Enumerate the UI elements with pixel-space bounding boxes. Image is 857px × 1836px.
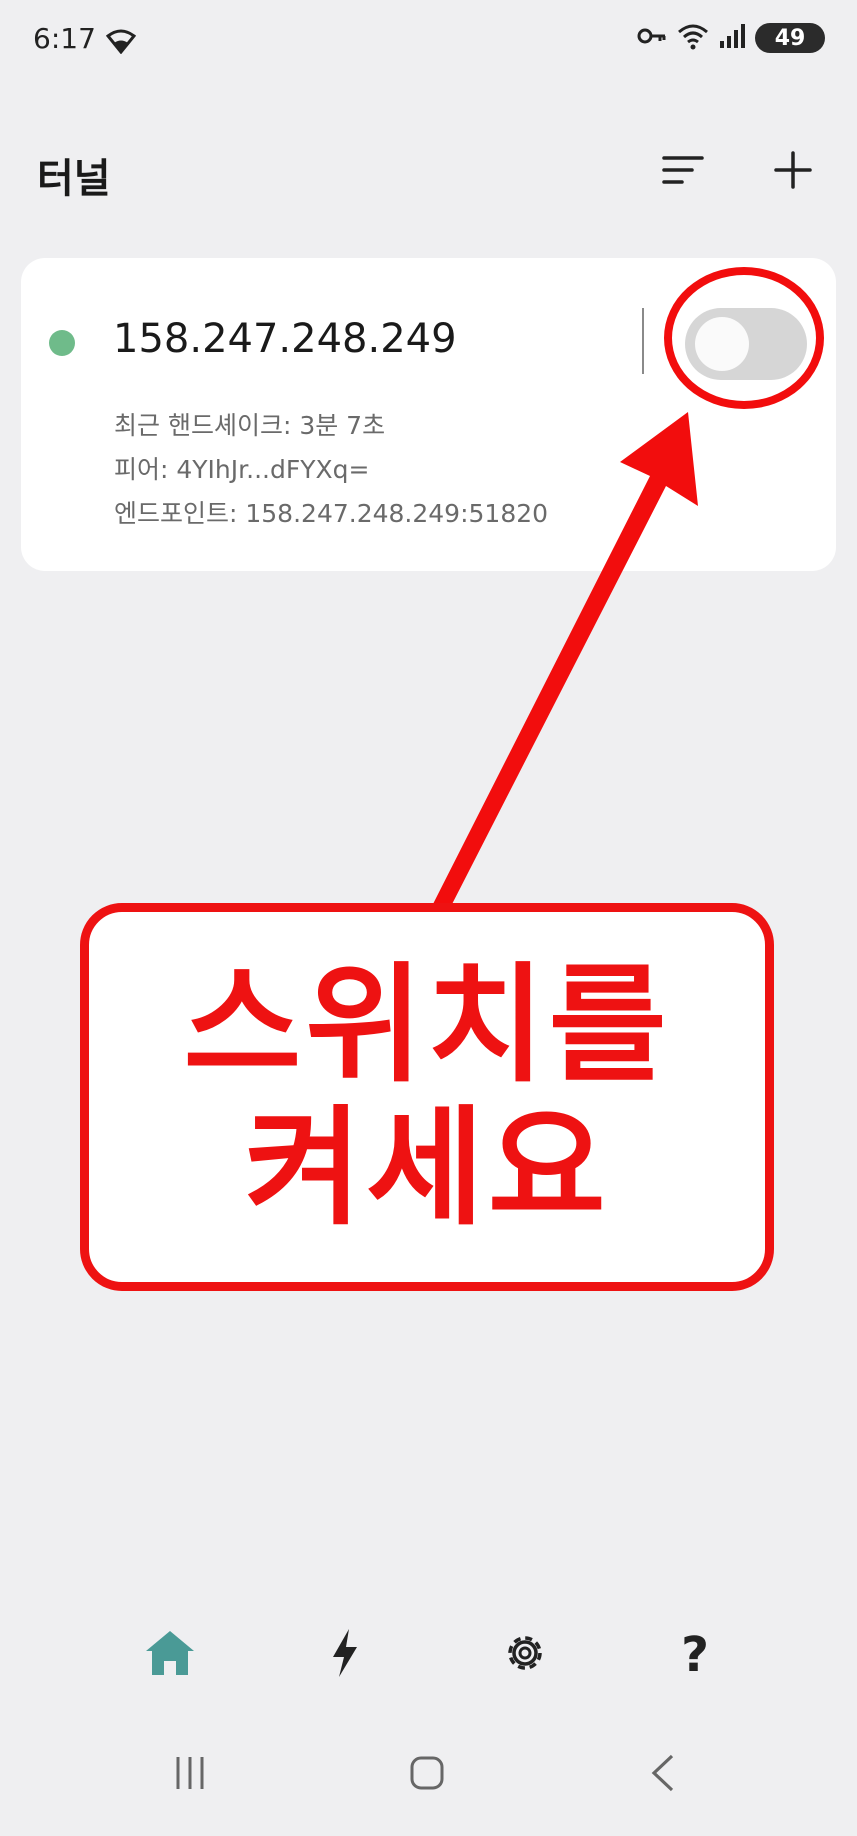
callout-line-1: 스위치를 xyxy=(183,950,671,1100)
bottom-nav: ? xyxy=(0,1620,857,1700)
nav-settings[interactable] xyxy=(490,1620,560,1690)
annotation-callout-box: 스위치를 켜세요 xyxy=(80,903,774,1291)
system-nav-bar xyxy=(0,1740,857,1810)
back-icon xyxy=(648,1753,678,1797)
gear-icon xyxy=(502,1630,548,1680)
callout-line-2: 켜세요 xyxy=(244,1094,610,1243)
bolt-icon xyxy=(331,1629,359,1681)
nav-home[interactable] xyxy=(135,1620,205,1690)
home-icon xyxy=(144,1629,196,1681)
back-button[interactable] xyxy=(628,1740,698,1810)
system-home-button[interactable] xyxy=(392,1740,462,1810)
recents-button[interactable] xyxy=(155,1740,225,1810)
nav-bolt[interactable] xyxy=(310,1620,380,1690)
home-button-icon xyxy=(409,1755,445,1795)
help-icon: ? xyxy=(681,1627,709,1683)
nav-help[interactable]: ? xyxy=(660,1620,730,1690)
recents-icon xyxy=(172,1755,208,1795)
